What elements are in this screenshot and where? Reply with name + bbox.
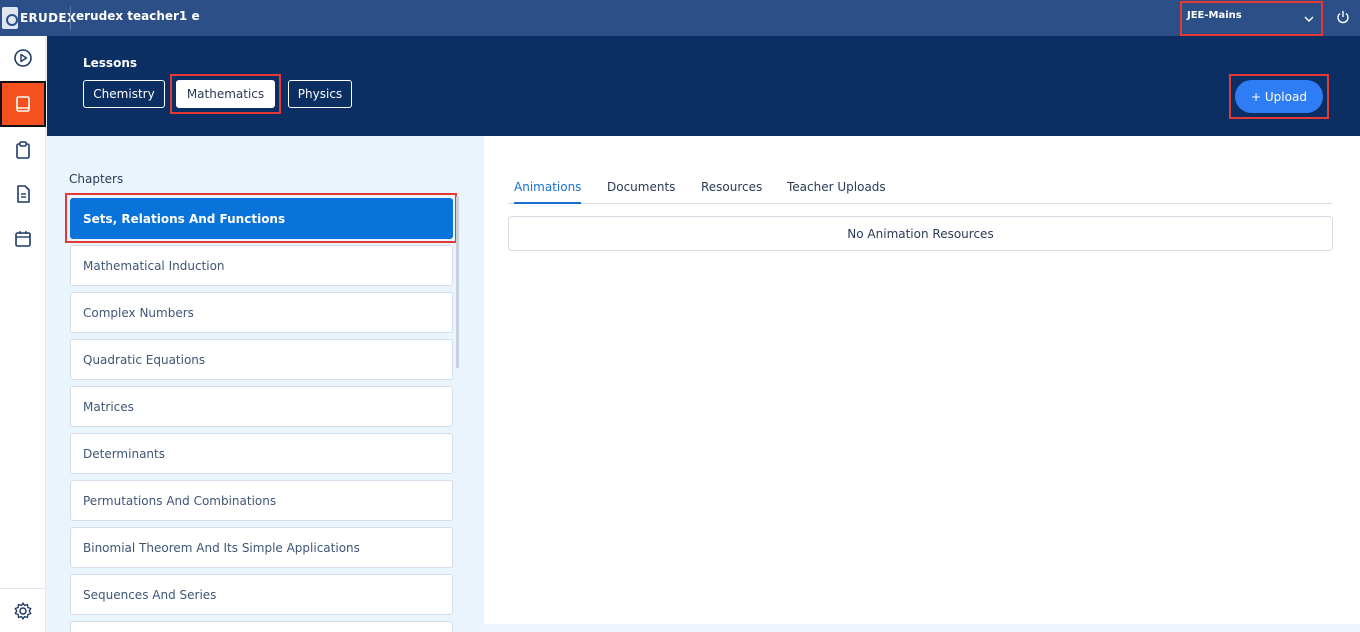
exam-select-value: JEE-Mains — [1187, 10, 1242, 21]
rail-item-lessons[interactable] — [0, 81, 46, 127]
user-name: erudex teacher1 e — [76, 9, 200, 23]
document-icon — [17, 185, 30, 203]
chapter-item[interactable]: Quadratic Equations — [70, 339, 453, 380]
chevron-down-icon — [1304, 16, 1314, 22]
chapter-item-active[interactable]: Sets, Relations And Functions — [70, 198, 453, 239]
chapter-item[interactable]: Permutations And Combinations — [70, 480, 453, 521]
play-circle-icon — [14, 49, 32, 67]
chapter-item[interactable]: Matrices — [70, 386, 453, 427]
book-icon — [16, 96, 30, 112]
resource-tabs: Animations Documents Resources Teacher U… — [508, 172, 1332, 204]
chapter-item[interactable]: Sequences And Series — [70, 574, 453, 615]
chapter-item[interactable]: Complex Numbers — [70, 292, 453, 333]
rail-item-settings[interactable] — [0, 588, 46, 632]
rail-item-assignments[interactable] — [0, 130, 46, 170]
gear-icon — [14, 601, 32, 620]
rail-item-animations[interactable] — [0, 38, 46, 78]
calendar-icon — [15, 231, 31, 247]
chapter-item[interactable]: Binomial Theorem And Its Simple Applicat… — [70, 527, 453, 568]
lessons-header: Lessons Chemistry Mathematics Physics + … — [47, 36, 1360, 136]
tab-resources[interactable]: Resources — [701, 180, 762, 202]
top-bar: ERUDEX erudex teacher1 e JEE-Mains — [0, 0, 1360, 36]
chapter-item[interactable]: Determinants — [70, 433, 453, 474]
subject-tab-mathematics[interactable]: Mathematics — [176, 80, 275, 108]
tab-teacher-uploads[interactable]: Teacher Uploads — [787, 180, 886, 202]
subject-tab-physics[interactable]: Physics — [288, 80, 352, 108]
chapters-panel: Chapters Sets, Relations And Functions M… — [47, 136, 483, 632]
logo-icon — [2, 7, 18, 29]
chapters-scrollbar[interactable] — [456, 196, 459, 368]
chapter-item[interactable]: Mathematical Induction — [70, 245, 453, 286]
resources-panel: Animations Documents Resources Teacher U… — [484, 136, 1360, 624]
rail-item-calendar[interactable] — [0, 219, 46, 259]
erudex-logo: ERUDEX — [2, 6, 76, 30]
exam-select[interactable]: JEE-Mains — [1180, 1, 1323, 36]
empty-state-message: No Animation Resources — [508, 216, 1333, 251]
chapter-item-partial[interactable] — [70, 621, 453, 632]
upload-button[interactable]: + Upload — [1235, 80, 1323, 113]
clipboard-icon — [16, 141, 30, 159]
subject-tab-chemistry[interactable]: Chemistry — [83, 80, 165, 108]
lessons-title: Lessons — [83, 56, 137, 70]
tab-animations[interactable]: Animations — [514, 180, 582, 204]
left-rail — [0, 36, 46, 632]
logo-text: ERUDEX — [20, 11, 77, 25]
logo-divider — [70, 6, 71, 30]
power-icon[interactable] — [1336, 10, 1350, 24]
chapters-title: Chapters — [69, 172, 124, 186]
tab-documents[interactable]: Documents — [607, 180, 675, 202]
rail-item-documents[interactable] — [0, 174, 46, 214]
